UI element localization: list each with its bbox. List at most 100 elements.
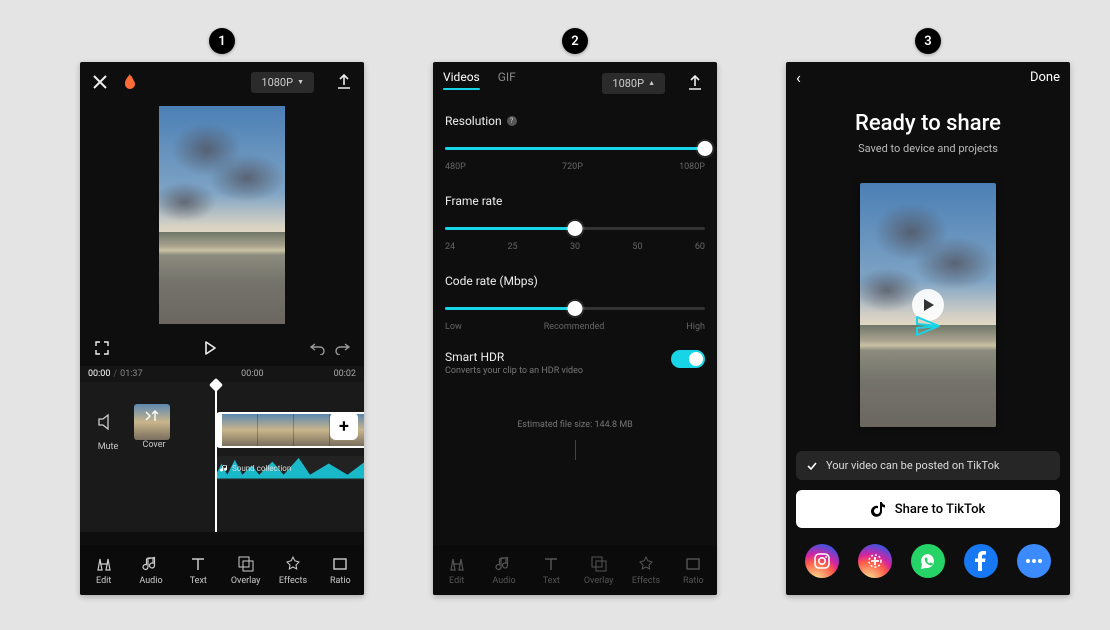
step-badge-1: 1	[209, 28, 235, 54]
tab-gif[interactable]: GIF	[498, 70, 516, 96]
ruler-tick-0: 00:00	[241, 369, 263, 379]
resolution-chip[interactable]: 1080P ▲	[602, 73, 665, 94]
tool-ratio-label: Ratio	[683, 576, 704, 586]
coderate-label: Code rate (Mbps)	[445, 274, 538, 288]
tick: 24	[445, 242, 455, 252]
tick: 30	[570, 242, 580, 252]
close-icon[interactable]	[88, 70, 112, 94]
tool-overlay-label: Overlay	[584, 576, 614, 586]
resolution-slider[interactable]	[445, 134, 705, 162]
ruler-tick-1: 00:02	[334, 369, 356, 379]
share-tiktok-button[interactable]: Share to TikTok	[796, 490, 1060, 528]
capcut-watermark-icon	[915, 315, 941, 337]
tool-edit-label: Edit	[96, 576, 111, 586]
editor-toolbar: Edit Audio Text Overlay Effects Ratio	[80, 545, 364, 595]
tool-audio: Audio	[480, 545, 527, 595]
resolution-chip-label: 1080P	[261, 76, 293, 89]
share-screen: ‹ Done Ready to share Saved to device an…	[786, 62, 1070, 595]
tick: 480P	[445, 162, 466, 172]
tool-text-label: Text	[543, 576, 560, 586]
resolution-chip-label: 1080P	[612, 77, 644, 90]
tool-edit-label: Edit	[449, 576, 464, 586]
play-button[interactable]	[198, 336, 222, 360]
info-icon[interactable]: ?	[507, 116, 517, 126]
framerate-label: Frame rate	[445, 194, 502, 208]
tool-edit: Edit	[433, 545, 480, 595]
coderate-slider[interactable]	[445, 294, 705, 322]
tool-ratio-label: Ratio	[330, 576, 351, 586]
tick: 60	[695, 242, 705, 252]
facebook-icon[interactable]	[964, 544, 998, 578]
tick: Recommended	[544, 322, 605, 332]
tool-effects[interactable]: Effects	[269, 545, 316, 595]
share-title: Ready to share	[786, 111, 1070, 136]
editor-toolbar-dim: Edit Audio Text Overlay Effects Ratio	[433, 545, 717, 595]
redo-icon[interactable]	[330, 336, 354, 360]
time-total: 01:37	[120, 369, 142, 379]
tool-ratio: Ratio	[670, 545, 717, 595]
check-icon	[806, 460, 818, 472]
capcut-template-icon[interactable]	[858, 544, 892, 578]
cover-label: Cover	[142, 440, 165, 450]
chevron-down-icon: ▼	[297, 78, 304, 86]
tool-audio[interactable]: Audio	[127, 545, 174, 595]
result-preview[interactable]	[860, 183, 996, 427]
mute-button[interactable]: Mute	[88, 404, 128, 452]
tiktok-icon	[871, 501, 887, 517]
cover-button[interactable]: Cover	[134, 404, 174, 452]
share-tiktok-label: Share to TikTok	[895, 502, 985, 517]
done-button[interactable]: Done	[1030, 70, 1060, 85]
tool-overlay: Overlay	[575, 545, 622, 595]
tick: 720P	[562, 162, 583, 172]
tool-ratio[interactable]: Ratio	[317, 545, 364, 595]
flame-icon[interactable]	[118, 70, 142, 94]
share-subtitle: Saved to device and projects	[786, 142, 1070, 155]
instagram-icon[interactable]	[805, 544, 839, 578]
back-icon[interactable]: ‹	[796, 68, 801, 87]
tool-overlay-label: Overlay	[231, 576, 261, 586]
playhead[interactable]	[215, 382, 217, 532]
tick: 50	[632, 242, 642, 252]
chevron-up-icon: ▲	[648, 79, 655, 87]
audio-label: Sound collection	[232, 464, 291, 473]
tiktok-notice-text: Your video can be posted on TikTok	[826, 459, 999, 472]
tick: High	[686, 322, 705, 332]
whatsapp-icon[interactable]	[911, 544, 945, 578]
add-clip-button[interactable]: +	[330, 412, 358, 440]
video-preview[interactable]	[80, 102, 364, 330]
tool-effects-label: Effects	[279, 576, 307, 586]
tool-edit[interactable]: Edit	[80, 545, 127, 595]
tool-audio-label: Audio	[492, 576, 515, 586]
tool-overlay[interactable]: Overlay	[222, 545, 269, 595]
tool-audio-label: Audio	[139, 576, 162, 586]
editor-screen: 1080P▼ 00:00 / 01:37 00:00 00:02 Mute	[80, 62, 364, 595]
timeline[interactable]: Mute Cover + Sound collection	[80, 382, 364, 532]
smart-hdr-sub: Converts your clip to an HDR video	[445, 366, 583, 376]
smart-hdr-label: Smart HDR	[445, 350, 583, 364]
tick: Low	[445, 322, 462, 332]
tool-effects: Effects	[622, 545, 669, 595]
tool-effects-label: Effects	[632, 576, 660, 586]
tool-text: Text	[528, 545, 575, 595]
tool-text[interactable]: Text	[175, 545, 222, 595]
undo-icon[interactable]	[306, 336, 330, 360]
resolution-chip[interactable]: 1080P ▼	[251, 72, 314, 93]
export-icon[interactable]	[332, 70, 356, 94]
framerate-slider[interactable]	[445, 214, 705, 242]
export-icon[interactable]	[683, 71, 707, 95]
more-icon[interactable]	[1017, 544, 1051, 578]
tab-videos[interactable]: Videos	[443, 70, 480, 96]
tick: 25	[507, 242, 517, 252]
divider	[575, 440, 576, 460]
mute-label: Mute	[98, 442, 119, 452]
tick: 1080P	[679, 162, 705, 172]
export-settings-screen: Videos GIF 1080P ▲ Resolution? 480P 720P 10…	[433, 62, 717, 595]
tool-text-label: Text	[190, 576, 207, 586]
resolution-label: Resolution	[445, 114, 502, 128]
social-row	[786, 528, 1070, 582]
tiktok-notice: Your video can be posted on TikTok	[796, 451, 1060, 480]
audio-clip[interactable]: Sound collection	[216, 456, 364, 480]
fullscreen-icon[interactable]	[90, 336, 114, 360]
smart-hdr-toggle[interactable]	[671, 350, 705, 368]
step-badge-2: 2	[562, 28, 588, 54]
